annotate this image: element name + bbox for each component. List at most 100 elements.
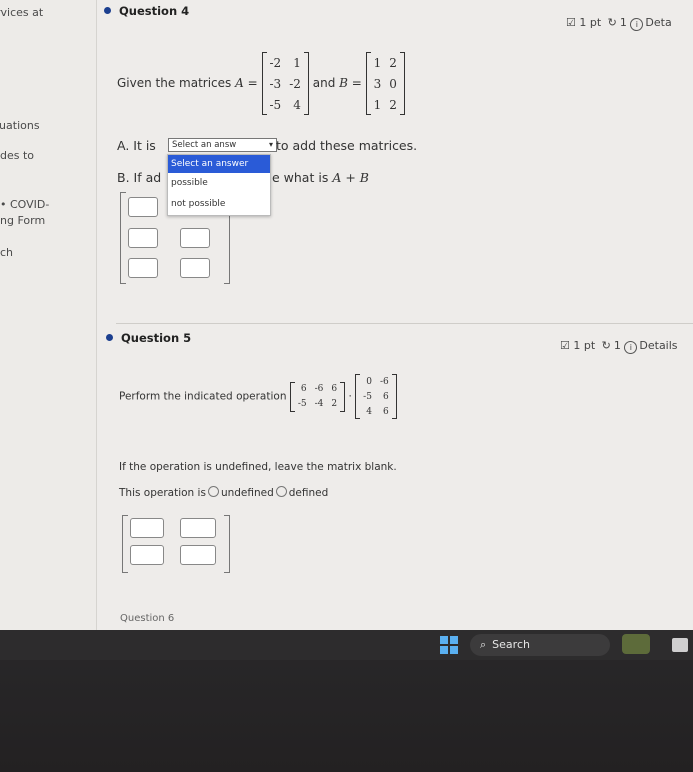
question-divider <box>116 323 693 324</box>
answer-cell[interactable] <box>128 228 158 248</box>
question-5-meta: ☑ 1 pt ↻ 1 i Details <box>560 339 678 354</box>
matrix-1-cell: -5 <box>297 399 307 409</box>
answer-cell[interactable] <box>180 545 216 565</box>
edit-icon: ☑ <box>566 16 576 29</box>
question-5-header: Question 5 <box>106 331 191 345</box>
and-text: and <box>312 76 336 90</box>
bullet-icon <box>104 7 111 14</box>
matrix-a-cell: -2 <box>269 55 282 70</box>
matrix-2-cell: 6 <box>382 391 389 402</box>
answer-matrix-left-bracket <box>120 192 126 284</box>
matrix-1-cell: 6 <box>300 384 307 394</box>
dot-operator: · <box>348 390 352 403</box>
question-4-meta: ☑ 1 pt ↻ 1 i Deta <box>566 16 672 31</box>
dropdown-option-select[interactable]: Select an answer <box>168 155 270 173</box>
matrix-b-cell: 2 <box>389 97 397 112</box>
question-5-details-label: Details <box>639 339 678 352</box>
part-b-suffix: e what is A + B <box>272 170 369 185</box>
question-4-points: 1 pt <box>579 16 602 29</box>
answer-cell[interactable] <box>128 258 158 278</box>
radio-defined-label: defined <box>288 487 329 499</box>
browser-screen: rvices at luations des to • COVID- ng Fo… <box>0 0 693 630</box>
question-5-points: 1 pt <box>573 339 596 352</box>
matrix-1: 6 -6 6 -5 -4 2 <box>289 381 346 412</box>
sidebar-item-evaluations[interactable]: luations <box>0 119 40 132</box>
matrix-b-cell: 0 <box>389 76 397 91</box>
matrix-b-cell: 1 <box>373 55 382 70</box>
prompt-text: Perform the indicated operation <box>119 390 287 403</box>
radio-undefined[interactable] <box>207 486 219 497</box>
answer-select[interactable]: Select an answ ▾ <box>168 138 277 152</box>
taskbar-search[interactable]: ⌕ Search <box>470 634 610 656</box>
part-b-text: e what is <box>272 170 329 185</box>
question-4-header: Question 4 <box>104 4 189 18</box>
answer-cell[interactable] <box>130 545 164 565</box>
edit-icon: ☑ <box>560 339 570 352</box>
part-a-prefix: A. It is <box>117 138 156 153</box>
question-5-title: Question 5 <box>121 331 192 345</box>
dropdown-option-not-possible[interactable]: not possible <box>168 194 270 215</box>
sidebar-item-services[interactable]: rvices at <box>0 6 43 19</box>
matrix-2-cell: 0 <box>366 376 372 387</box>
info-icon: i <box>624 341 638 354</box>
question-5-prompt: Perform the indicated operation 6 -6 6 -5-… <box>119 374 397 419</box>
matrix-b-label: B = <box>339 76 362 90</box>
matrix-b-cell: 3 <box>373 76 382 91</box>
question-5-retry-count: 1 <box>613 339 621 352</box>
radio-undefined-label: undefined <box>220 487 274 499</box>
answer-cell[interactable] <box>180 518 216 538</box>
dropdown-option-possible[interactable]: possible <box>168 173 270 194</box>
matrix-a: -2 1 -3 -2 -5 4 <box>261 52 310 115</box>
radio-defined[interactable] <box>275 486 287 497</box>
answer-cell[interactable] <box>180 228 210 248</box>
matrix-2-cell: -5 <box>363 391 372 402</box>
answer-cell[interactable] <box>180 258 210 278</box>
chat-icon[interactable] <box>672 638 688 652</box>
part-a-suffix: to add these matrices. <box>276 138 418 153</box>
question-6-header-partial: Question 6 <box>120 613 175 624</box>
bullet-icon <box>106 334 113 341</box>
matrix-a-cell: -3 <box>269 76 282 91</box>
matrix-2: 0 -6 -5 6 46 <box>355 374 397 419</box>
operation-label: This operation is <box>119 487 206 499</box>
widget-icon[interactable] <box>622 634 650 654</box>
sidebar-item-covid[interactable]: • COVID- <box>0 198 49 211</box>
question-4-title: Question 4 <box>119 4 190 18</box>
matrix-1-cell: 6 <box>331 384 338 394</box>
prompt-prefix: Given the matrices <box>117 76 232 90</box>
taskbar-search-label: Search <box>492 638 530 651</box>
info-icon: i <box>630 18 644 31</box>
answer-cell[interactable] <box>130 518 164 538</box>
question-4-details-link[interactable]: i Deta <box>630 16 672 31</box>
matrix-b: 12 30 12 <box>365 52 406 115</box>
chevron-down-icon: ▾ <box>268 140 273 149</box>
matrix-b-cell: 2 <box>389 55 397 70</box>
answer-cell[interactable] <box>128 197 158 217</box>
answer-matrix-left-bracket <box>122 515 128 573</box>
retry-icon: ↻ <box>601 339 611 352</box>
matrix-b-cell: 1 <box>373 97 382 112</box>
sidebar-item-ch[interactable]: ch <box>0 246 13 259</box>
sidebar: rvices at luations des to • COVID- ng Fo… <box>0 0 97 630</box>
question-4-details-label: Deta <box>645 16 672 29</box>
matrix-a-cell: -5 <box>269 97 282 112</box>
answer-matrix-right-bracket <box>224 515 230 573</box>
matrix-1-cell: -6 <box>314 384 324 394</box>
search-icon: ⌕ <box>480 638 487 651</box>
matrix-1-cell: -4 <box>314 399 324 409</box>
matrix-2-cell: 4 <box>366 406 372 417</box>
matrix-a-cell: 4 <box>293 97 301 112</box>
question-5-details-link[interactable]: i Details <box>624 339 678 354</box>
sidebar-item-covid-label: COVID- <box>10 198 50 211</box>
question-4-prompt: Given the matrices A = -2 1 -3 -2 -5 4 and … <box>117 52 406 115</box>
sidebar-item-form[interactable]: ng Form <box>0 214 45 227</box>
operation-choice: This operation is undefined defined <box>119 486 328 499</box>
answer-select-value: Select an answ <box>172 140 237 150</box>
matrix-1-cell: 2 <box>331 399 338 409</box>
matrix-2-cell: -6 <box>379 376 389 387</box>
matrix-a-cell: -2 <box>289 76 301 91</box>
sidebar-item-guides[interactable]: des to <box>0 149 34 162</box>
start-windows-icon[interactable] <box>440 636 458 654</box>
retry-icon: ↻ <box>607 16 617 29</box>
matrix-a-cell: 1 <box>293 55 301 70</box>
